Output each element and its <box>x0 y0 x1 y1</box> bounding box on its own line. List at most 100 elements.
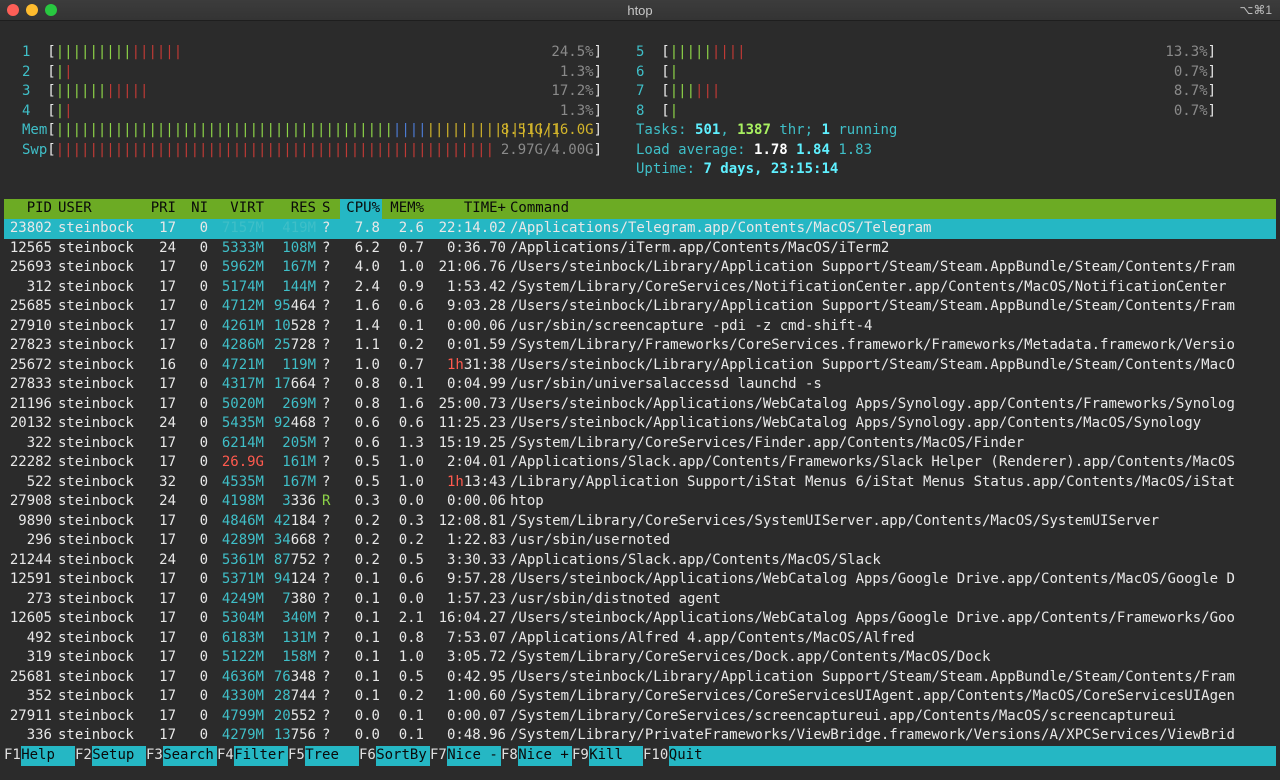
ni-value: 0 <box>199 688 208 704</box>
process-row[interactable]: 352 steinbock 17 0 4330M 28744? 0.1 0.2 1:00.60/… <box>4 687 1276 707</box>
process-row[interactable]: 27823 steinbock 17 0 4286M 25728? 1.1 0.2 0:01.5… <box>4 336 1276 356</box>
process-cpu: 6.2 <box>340 239 380 259</box>
process-row[interactable]: 9890 steinbock 17 0 4846M 42184? 0.2 0.3 12:08.8… <box>4 512 1276 532</box>
process-row[interactable]: 12605 steinbock 17 0 5304M 340M? 0.1 2.1 16:04.2… <box>4 609 1276 629</box>
process-row[interactable]: 22282 steinbock 17 0 26.9G 161M? 0.5 1.0 2:04.01… <box>4 453 1276 473</box>
process-row[interactable]: 25672 steinbock 16 0 4721M 119M? 1.0 0.7 1h31:38… <box>4 356 1276 376</box>
process-user: steinbock <box>58 278 144 298</box>
process-cpu: 0.3 <box>340 492 380 512</box>
process-row[interactable]: 492 steinbock 17 0 6183M 131M? 0.1 0.8 7:53.07/A… <box>4 629 1276 649</box>
cpu-value: 0.1 <box>354 610 380 626</box>
function-key-f3[interactable]: F3 <box>146 746 163 766</box>
pid-value: 12605 <box>9 610 52 626</box>
process-row[interactable]: 27910 steinbock 17 0 4261M 10528? 1.4 0.1 0:00.0… <box>4 317 1276 337</box>
process-mem: 2.1 <box>386 609 424 629</box>
function-key-f2[interactable]: F2 <box>75 746 92 766</box>
function-key-label-quit[interactable]: Quit <box>668 746 1276 766</box>
process-row[interactable]: 312 steinbock 17 0 5174M 144M? 2.4 0.9 1:53.42/S… <box>4 278 1276 298</box>
time-value: 22:14.02 <box>438 220 506 236</box>
cpu-usage-bar: | <box>669 63 679 80</box>
column-header-state[interactable]: S <box>322 199 334 219</box>
process-row[interactable]: 25681 steinbock 17 0 4636M 76348? 0.1 0.5 0:42.9… <box>4 668 1276 688</box>
function-key-f5[interactable]: F5 <box>288 746 305 766</box>
function-key-f4[interactable]: F4 <box>217 746 234 766</box>
function-key-label-search[interactable]: Search <box>163 746 217 766</box>
process-virt: 5122M <box>212 648 264 668</box>
column-header-ni[interactable]: NI <box>180 199 208 219</box>
cpu-value: 0.6 <box>354 434 380 451</box>
title-bar[interactable]: htop ⌥⌘1 <box>0 0 1280 21</box>
function-key-label-nice[interactable]: Nice - <box>447 746 501 766</box>
cpu-usage-bar: ||||||||||||||| <box>55 44 183 60</box>
function-key-label-nice[interactable]: Nice + <box>518 746 572 766</box>
function-key-label-setup[interactable]: Setup <box>92 746 146 766</box>
process-pri: 17 <box>142 707 176 727</box>
s-value: ? <box>322 532 331 548</box>
process-cmd: /Users/steinbock/Library/Application Sup… <box>510 297 1276 317</box>
function-key-f1[interactable]: F1 <box>4 746 21 766</box>
column-header-time[interactable]: TIME+ <box>430 199 506 219</box>
process-row[interactable]: 273 steinbock 17 0 4249M 7380? 0.1 0.0 1:57.23/u… <box>4 590 1276 610</box>
process-row[interactable]: 319 steinbock 17 0 5122M 158M? 0.1 1.0 3:05.72/S… <box>4 648 1276 668</box>
function-key-label-filter[interactable]: Filter <box>234 746 288 766</box>
cmd-value: /Applications/Telegram.app/Contents/MacO… <box>510 220 932 236</box>
column-header-pid[interactable]: PID <box>4 199 52 219</box>
process-row[interactable]: 23802 steinbock 17 0 7157M 419M? 7.8 2.6 22:14.0… <box>4 219 1276 239</box>
process-row[interactable]: 336 steinbock 17 0 4279M 13756? 0.0 0.1 0:48.96/… <box>4 726 1276 746</box>
time-value: 11:25.23 <box>438 415 506 431</box>
pri-value: 17 <box>159 571 176 587</box>
function-key-label-kill[interactable]: Kill <box>589 746 643 766</box>
process-row[interactable]: 27911 steinbock 17 0 4799M 20552? 0.0 0.1 0:00.0… <box>4 707 1276 727</box>
process-row[interactable]: 20132 steinbock 24 0 5435M 92468? 0.6 0.6 11:25.… <box>4 414 1276 434</box>
cpu-value: 0.8 <box>354 395 380 412</box>
process-cmd: htop <box>510 492 1276 512</box>
process-row[interactable]: 12591 steinbock 17 0 5371M 94124? 0.1 0.6 9:57.2… <box>4 570 1276 590</box>
process-cmd: /Users/steinbock/Applications/WebCatalog… <box>510 395 1276 415</box>
process-row[interactable]: 296 steinbock 17 0 4289M 34668? 0.2 0.2 1:22.83/… <box>4 531 1276 551</box>
column-header-res[interactable]: RES <box>266 199 316 219</box>
process-row[interactable]: 25693 steinbock 17 0 5962M 167M? 4.0 1.0 21:06.7… <box>4 258 1276 278</box>
function-key-f9[interactable]: F9 <box>572 746 589 766</box>
function-key-f8[interactable]: F8 <box>501 746 518 766</box>
pri-value: 17 <box>159 298 176 314</box>
process-s: R <box>322 492 334 512</box>
pid-value: 312 <box>26 278 52 295</box>
process-row[interactable]: 25685 steinbock 17 0 4712M 95464? 1.6 0.6 9:03.2… <box>4 297 1276 317</box>
htop-terminal[interactable]: 1 [||||||||||||||| 24.5%] 2 [|| 1.3%] 3 [|||… <box>0 21 1280 780</box>
process-row[interactable]: 21196 steinbock 17 0 5020M 269M? 0.8 1.6 25:00.7… <box>4 395 1276 415</box>
process-ni: 0 <box>180 551 208 571</box>
process-row[interactable]: 322 steinbock 17 0 6214M 205M? 0.6 1.3 15:19.25/… <box>4 434 1276 454</box>
function-key-label-help[interactable]: Help <box>21 746 75 766</box>
cpu-usage-bar: || <box>55 63 73 80</box>
column-header-cpu-percent[interactable]: CPU% <box>340 199 380 219</box>
process-row[interactable]: 12565 steinbock 24 0 5333M 108M? 6.2 0.7 0:36.70… <box>4 239 1276 259</box>
function-key-f6[interactable]: F6 <box>359 746 376 766</box>
cpu-value: 0.1 <box>354 668 380 685</box>
function-key-label-tree[interactable]: Tree <box>305 746 359 766</box>
column-header-mem-percent[interactable]: MEM% <box>386 199 424 219</box>
process-mem: 0.5 <box>386 668 424 688</box>
process-mem: 0.8 <box>386 629 424 649</box>
process-row[interactable]: 27833 steinbock 17 0 4317M 17664? 0.8 0.1 0:04.9… <box>4 375 1276 395</box>
cpu-value: 1.4 <box>354 317 380 334</box>
function-key-f7[interactable]: F7 <box>430 746 447 766</box>
process-mem: 1.3 <box>386 434 424 454</box>
process-table-header[interactable]: PID USER PRI NI VIRT RES S CPU% MEM% TIME+ Command <box>4 199 1276 219</box>
process-user: steinbock <box>58 687 144 707</box>
column-header-virt[interactable]: VIRT <box>212 199 264 219</box>
process-mem: 0.1 <box>386 317 424 337</box>
process-row[interactable]: 21244 steinbock 24 0 5361M 87752? 0.2 0.5 3:30.3… <box>4 551 1276 571</box>
cpu-meter-6: 6 [| <box>636 63 679 80</box>
column-header-command[interactable]: Command <box>510 199 1276 219</box>
function-key-f10[interactable]: F10 <box>643 746 668 766</box>
process-virt: 5020M <box>212 395 264 415</box>
function-key-label-sortby[interactable]: SortBy <box>376 746 430 766</box>
time-value: 1h31:38 <box>446 356 506 373</box>
virt-value: 4799M <box>221 707 264 724</box>
process-row[interactable]: 27908 steinbock 24 0 4198M 3336 R 0.3 0.0 0:00.06… <box>4 492 1276 512</box>
cpu-usage-percent: 0.7%] <box>1173 63 1216 80</box>
column-header-pri[interactable]: PRI <box>142 199 176 219</box>
process-row[interactable]: 522 steinbock 32 0 4535M 167M? 0.5 1.0 1h13:43/L… <box>4 473 1276 493</box>
column-header-user[interactable]: USER <box>58 199 144 219</box>
process-time: 1h31:38 <box>430 356 506 376</box>
